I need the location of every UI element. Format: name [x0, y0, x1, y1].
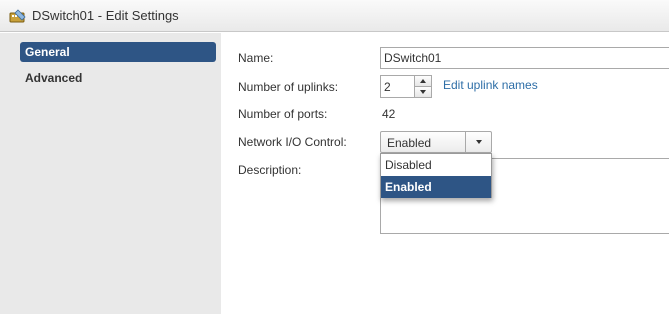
settings-panel: Name: Number of uplinks: Edit uplink nam… [221, 33, 669, 314]
stepper-down-button[interactable] [414, 86, 432, 98]
distributed-switch-icon [9, 9, 26, 24]
nioc-label: Network I/O Control: [238, 135, 347, 149]
name-input[interactable] [380, 47, 669, 69]
title-bar: DSwitch01 - Edit Settings [0, 0, 669, 32]
sidebar: General Advanced [0, 33, 221, 314]
uplinks-label: Number of uplinks: [238, 80, 339, 94]
sidebar-item-advanced[interactable]: Advanced [20, 68, 216, 88]
arrow-up-icon [420, 79, 426, 83]
nioc-select[interactable]: Enabled [380, 131, 492, 153]
ports-value: 42 [382, 107, 396, 121]
ports-label: Number of ports: [238, 107, 328, 121]
uplinks-input[interactable] [380, 75, 415, 98]
dropdown-button[interactable] [465, 132, 492, 152]
description-label: Description: [238, 163, 302, 177]
nioc-dropdown-list: Disabled Enabled [380, 153, 492, 198]
nioc-select-value: Enabled [387, 136, 432, 150]
edit-uplink-names-link[interactable]: Edit uplink names [443, 78, 538, 92]
name-label: Name: [238, 51, 274, 65]
chevron-down-icon [476, 140, 482, 144]
sidebar-item-general[interactable]: General [20, 42, 216, 62]
option-enabled[interactable]: Enabled [381, 176, 491, 198]
arrow-down-icon [420, 90, 426, 94]
uplinks-stepper [380, 75, 433, 98]
window-title: DSwitch01 - Edit Settings [32, 8, 179, 23]
option-disabled[interactable]: Disabled [381, 154, 491, 176]
